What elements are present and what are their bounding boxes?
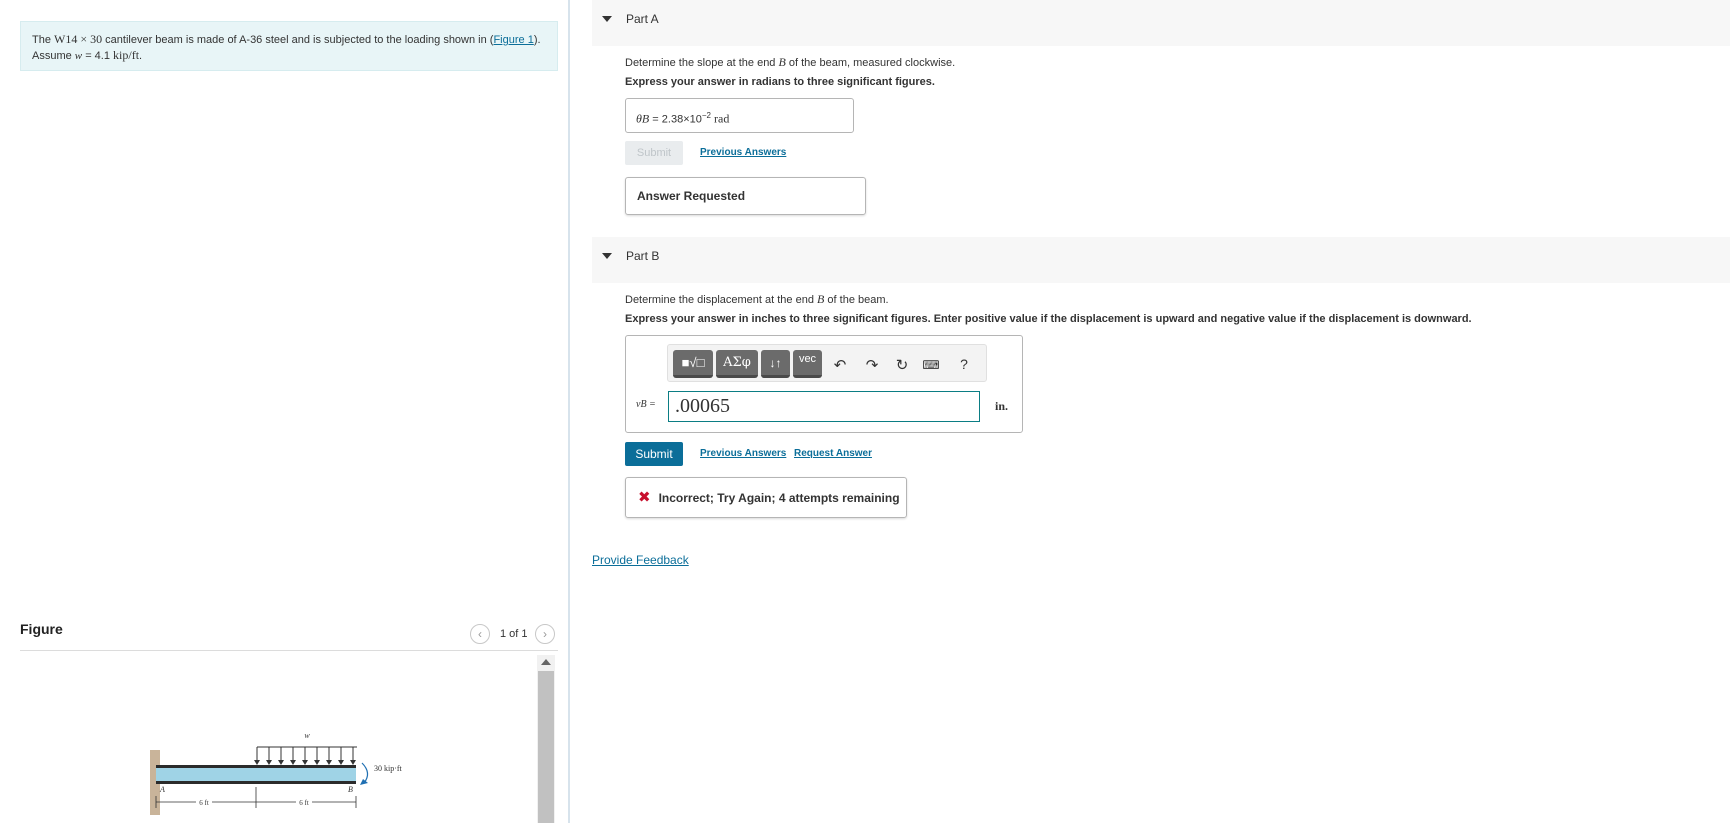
x-mark-icon: ✖ [638, 489, 651, 506]
keyboard-icon[interactable]: ⌨ [921, 358, 941, 372]
figure-link[interactable]: Figure 1 [493, 34, 533, 46]
moment-label: 30 kip·ft [374, 764, 403, 773]
load-label-w: w [304, 731, 310, 740]
chevron-right-icon[interactable]: › [535, 624, 555, 644]
math-toolbar: ■√□ ΑΣφ ↓↑ vec ↶ ↷ ↻ ⌨ ? [667, 344, 987, 382]
assume-unit: kip/ft [113, 48, 140, 62]
part-b-instruction: Express your answer in inches to three s… [625, 313, 1472, 325]
chevron-left-icon[interactable]: ‹ [470, 624, 490, 644]
problem-statement: The W14 × 30 cantilever beam is made of … [20, 21, 558, 71]
part-b-question: Determine the displacement at the end B … [625, 292, 889, 306]
figure-divider [20, 650, 558, 651]
scroll-thumb[interactable] [538, 671, 554, 823]
point-label-a: A [159, 785, 165, 794]
part-a-previous-answers-link[interactable]: Previous Answers [700, 147, 786, 158]
vector-button[interactable]: vec [793, 350, 822, 378]
theta-b-symbol: θB [636, 111, 650, 126]
arrows-button[interactable]: ↓↑ [761, 350, 790, 378]
pane-divider [568, 0, 570, 823]
part-b-previous-answers-link[interactable]: Previous Answers [700, 448, 786, 459]
part-a-status: Answer Requested [625, 177, 866, 215]
help-button[interactable]: ? [954, 356, 974, 372]
part-b-title: Part B [626, 249, 660, 263]
greek-symbols-button[interactable]: ΑΣφ [716, 350, 758, 378]
part-a-instruction: Express your answer in radians to three … [625, 76, 935, 88]
part-b-header[interactable]: Part B [592, 237, 1730, 283]
unit-label: in. [995, 399, 1009, 413]
caret-down-icon[interactable] [602, 16, 612, 22]
beam-web [156, 768, 356, 781]
feedback-text: Incorrect; Try Again; 4 attempts remaini… [658, 491, 900, 505]
assume-end: . [139, 50, 143, 62]
problem-text-after: ). [533, 34, 541, 46]
beam-bottom-flange [156, 781, 356, 784]
part-b-submit-button[interactable]: Submit [625, 442, 683, 466]
problem-text-middle: cantilever beam is made of A-36 steel an… [102, 34, 494, 46]
point-label-b: B [348, 785, 353, 794]
answer-exponent: −2 [701, 111, 711, 120]
part-a-question: Determine the slope at the end B of the … [625, 55, 956, 69]
dimension-label-1: 6 ft [199, 799, 209, 807]
left-pane: The W14 × 30 cantilever beam is made of … [0, 0, 568, 823]
figure-scrollbar[interactable] [537, 655, 555, 823]
figure-header: Figure [20, 621, 63, 637]
answer-unit: rad [714, 111, 730, 126]
part-a-answer-display: θB = 2.38×10−2 rad [625, 98, 854, 133]
templates-button[interactable]: ■√□ [673, 350, 713, 378]
request-answer-link[interactable]: Request Answer [794, 448, 872, 459]
assume-mid: = 4.1 [82, 50, 114, 62]
part-a-header[interactable]: Part A [592, 0, 1730, 46]
undo-icon[interactable]: ↶ [830, 356, 850, 374]
answer-mantissa: 2.38×10 [661, 113, 702, 126]
beam-designation: W14 × 30 [54, 32, 103, 46]
displacement-input[interactable] [668, 391, 980, 422]
reset-icon[interactable]: ↻ [892, 356, 912, 374]
beam-top-flange [156, 765, 356, 768]
redo-icon[interactable]: ↷ [862, 356, 882, 374]
part-a-submit-button[interactable]: Submit [625, 141, 683, 165]
assume-prefix: Assume [32, 50, 75, 62]
part-a-title: Part A [626, 12, 659, 26]
dimension-label-2: 6 ft [299, 799, 309, 807]
figure-counter: 1 of 1 [500, 628, 528, 640]
part-b-answer-widget: ■√□ ΑΣφ ↓↑ vec ↶ ↷ ↻ ⌨ ? vB = in. [625, 335, 1023, 433]
scroll-up-icon[interactable] [541, 659, 551, 665]
problem-text-before: The [32, 34, 55, 46]
beam-figure: w 30 kip·ft A B 6 ft 6 ft [150, 731, 403, 815]
provide-feedback-link[interactable]: Provide Feedback [592, 553, 689, 567]
caret-down-icon[interactable] [602, 253, 612, 259]
v-b-label: vB = [636, 399, 656, 410]
part-b-feedback: ✖ Incorrect; Try Again; 4 attempts remain… [625, 477, 907, 518]
